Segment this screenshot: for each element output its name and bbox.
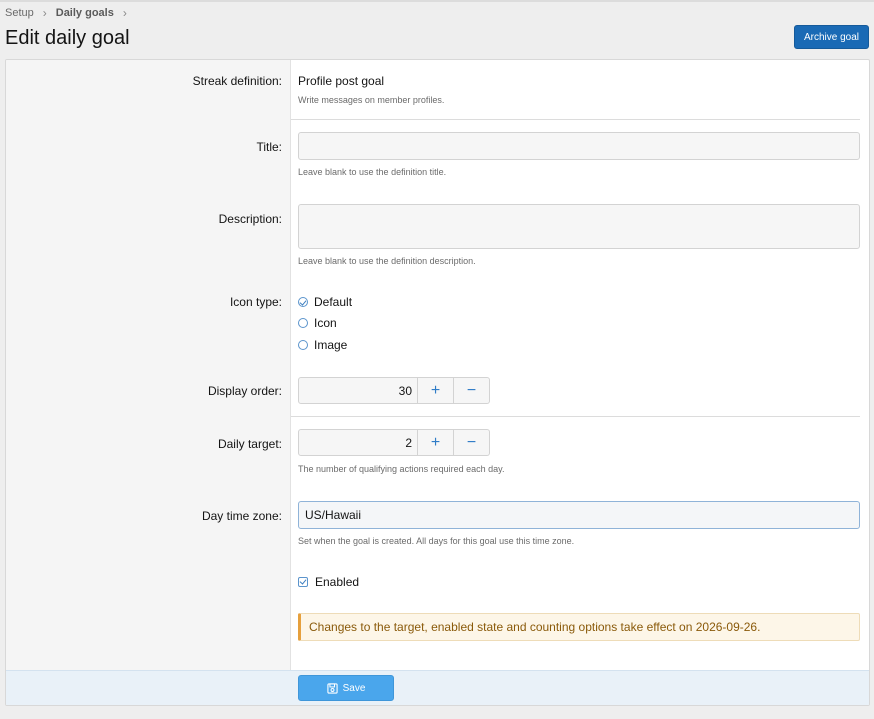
daily-target-stepper: 2 + − <box>298 429 490 456</box>
minus-icon[interactable]: − <box>454 377 490 404</box>
display-order-stepper: 30 + − <box>298 377 490 404</box>
display-order-input[interactable]: 30 <box>298 377 418 404</box>
radio-unchecked[interactable] <box>298 318 308 328</box>
streak-definition-label: Streak definition: <box>192 74 282 88</box>
daily-target-hint: The number of qualifying actions require… <box>298 464 505 474</box>
radio-checked[interactable] <box>298 297 308 307</box>
icon-type-label: Icon type: <box>229 295 282 309</box>
timezone-label: Day time zone: <box>201 509 282 523</box>
timezone-input[interactable] <box>298 501 860 529</box>
radio-unchecked[interactable] <box>298 340 308 350</box>
daily-target-label: Daily target: <box>217 437 282 451</box>
top-border <box>0 0 874 2</box>
daily-target-input[interactable]: 2 <box>298 429 418 456</box>
edit-form-panel: Streak definition: Profile post goal Wri… <box>5 59 870 706</box>
enabled-checkbox-row[interactable]: Enabled <box>298 575 359 589</box>
plus-icon[interactable]: + <box>418 377 454 404</box>
page-title: Edit daily goal <box>5 27 130 49</box>
title-input[interactable] <box>298 132 860 160</box>
title-label: Title: <box>256 140 282 154</box>
effective-date-notice: Changes to the target, enabled state and… <box>298 613 860 641</box>
icon-type-option-image[interactable]: Image <box>298 338 347 352</box>
breadcrumb: Setup › Daily goals › <box>5 6 136 20</box>
floppy-disk-icon <box>326 682 338 694</box>
radio-label-icon: Icon <box>314 316 337 330</box>
notice-text: Changes to the target, enabled state and… <box>309 620 761 634</box>
form-label-column <box>6 60 291 670</box>
archive-goal-button[interactable]: Archive goal <box>794 25 869 49</box>
display-order-label: Display order: <box>207 384 282 398</box>
radio-label-image: Image <box>314 338 348 352</box>
plus-icon[interactable]: + <box>418 429 454 456</box>
description-hint: Leave blank to use the definition descri… <box>298 256 476 266</box>
save-button[interactable]: Save <box>298 675 394 701</box>
description-label: Description: <box>218 212 282 226</box>
streak-definition-value: Profile post goal <box>298 74 385 88</box>
save-button-label: Save <box>342 682 366 694</box>
radio-label-default: Default <box>314 295 353 309</box>
streak-definition-hint: Write messages on member profiles. <box>298 95 445 105</box>
enabled-label: Enabled <box>315 575 360 589</box>
breadcrumb-separator: › <box>122 6 127 20</box>
minus-icon[interactable]: − <box>454 429 490 456</box>
section-divider <box>291 416 860 417</box>
breadcrumb-setup[interactable]: Setup <box>5 7 34 19</box>
icon-type-option-icon[interactable]: Icon <box>298 316 337 330</box>
breadcrumb-separator: › <box>42 6 47 20</box>
icon-type-option-default[interactable]: Default <box>298 295 352 309</box>
description-textarea[interactable] <box>298 204 860 249</box>
timezone-hint: Set when the goal is created. All days f… <box>298 536 575 546</box>
form-footer: Save <box>6 670 869 705</box>
title-hint: Leave blank to use the definition title. <box>298 167 447 177</box>
enabled-checkbox[interactable] <box>298 577 308 587</box>
section-divider <box>291 119 860 120</box>
breadcrumb-daily-goals[interactable]: Daily goals <box>56 7 114 19</box>
